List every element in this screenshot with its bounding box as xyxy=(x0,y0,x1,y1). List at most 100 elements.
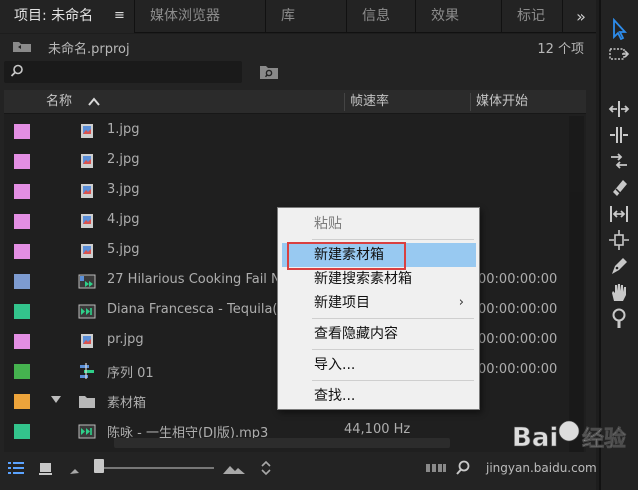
menu-item-paste[interactable]: 粘贴 xyxy=(282,212,476,236)
expand-triangle-icon[interactable] xyxy=(51,396,61,404)
list-header: 名称 帧速率 媒体开始 xyxy=(4,90,586,114)
panel-menu-icon[interactable]: ≡ xyxy=(114,9,125,23)
file-name: 2.jpg xyxy=(107,152,140,167)
tab-media-browser[interactable]: 媒体浏览器 xyxy=(136,0,266,33)
file-name: 序列 01 xyxy=(107,366,154,381)
column-media-start[interactable]: 媒体开始 xyxy=(476,90,528,114)
scrollbar-thumb[interactable] xyxy=(570,192,583,452)
menu-item-new-item[interactable]: 新建项目 › xyxy=(282,291,476,315)
file-name: pr.jpg xyxy=(107,332,144,347)
zoom-slider[interactable] xyxy=(98,467,214,469)
color-label[interactable] xyxy=(14,424,30,439)
ripple-edit-tool-icon[interactable] xyxy=(608,98,630,120)
menu-divider xyxy=(312,380,474,381)
automate-to-sequence-icon[interactable] xyxy=(425,460,447,476)
tab-info[interactable]: 信息 xyxy=(348,0,416,33)
sort-ascending-icon[interactable] xyxy=(88,97,100,107)
file-media-start: 00:00:00:00 xyxy=(478,302,558,317)
menu-item-import[interactable]: 导入... xyxy=(282,353,476,377)
context-menu: 粘贴 新建素材箱 新建搜索素材箱 新建项目 › 查看隐藏内容 导入... 查找.… xyxy=(277,207,480,410)
image-icon xyxy=(81,244,93,258)
color-label[interactable] xyxy=(14,394,30,409)
slip-tool-icon[interactable] xyxy=(608,203,630,225)
search-icon xyxy=(10,64,23,77)
color-label[interactable] xyxy=(14,244,30,259)
image-icon xyxy=(81,334,93,348)
color-label[interactable] xyxy=(14,364,30,379)
file-name: 素材箱 xyxy=(107,396,147,411)
column-divider[interactable] xyxy=(344,93,345,111)
menu-item-new-search-bin[interactable]: 新建搜索素材箱 xyxy=(282,267,476,291)
list-item[interactable]: 3.jpg xyxy=(4,176,564,206)
file-name: 3.jpg xyxy=(107,182,140,197)
column-name[interactable]: 名称 xyxy=(46,90,72,114)
zoom-slider-handle[interactable] xyxy=(94,459,104,473)
list-item[interactable]: 2.jpg xyxy=(4,146,564,176)
sort-icons-icon[interactable] xyxy=(257,460,275,476)
zoom-tool-icon[interactable] xyxy=(608,307,630,329)
tab-overflow-icon[interactable]: » xyxy=(569,0,593,33)
color-label[interactable] xyxy=(14,214,30,229)
menu-divider xyxy=(312,318,474,319)
color-label[interactable] xyxy=(14,334,30,349)
hand-tool-icon[interactable] xyxy=(608,281,630,303)
zoom-out-icon[interactable] xyxy=(68,460,86,476)
search-input[interactable] xyxy=(4,61,242,83)
watermark-url: jingyan.baidu.com xyxy=(486,461,597,475)
audio-icon xyxy=(78,424,96,439)
svg-text:经验: 经验 xyxy=(582,426,626,452)
menu-item-view-hidden[interactable]: 查看隐藏内容 xyxy=(282,322,476,346)
selection-tool-icon[interactable] xyxy=(608,18,630,40)
menu-divider xyxy=(312,349,474,350)
tab-libraries[interactable]: 库 xyxy=(267,0,347,33)
slide-tool-icon[interactable] xyxy=(608,229,630,251)
sequence-icon xyxy=(80,363,94,379)
column-framerate[interactable]: 帧速率 xyxy=(350,90,389,114)
svg-text:Bai: Bai xyxy=(512,423,558,453)
zoom-in-icon[interactable] xyxy=(222,460,246,476)
baidu-jingyan-watermark-logo: Bai 经验 xyxy=(512,420,626,453)
rolling-edit-tool-icon[interactable] xyxy=(608,124,630,146)
tab-markers[interactable]: 标记 xyxy=(503,0,563,33)
project-path-row: 未命名.prproj 12 个项 xyxy=(0,34,596,60)
file-media-start: 00:00:00:00 xyxy=(478,332,558,347)
audio-icon xyxy=(78,304,96,319)
item-count: 12 个项 xyxy=(537,42,584,57)
rate-stretch-tool-icon[interactable] xyxy=(608,150,630,172)
color-label[interactable] xyxy=(14,304,30,319)
menu-item-new-item-label: 新建项目 xyxy=(314,295,370,311)
color-label[interactable] xyxy=(14,124,30,139)
pen-tool-icon[interactable] xyxy=(608,255,630,277)
image-icon xyxy=(81,184,93,198)
tab-effects[interactable]: 效果 xyxy=(417,0,502,33)
project-folder-icon[interactable] xyxy=(12,40,32,53)
file-media-start: 00:00:00:00 xyxy=(478,362,558,377)
list-item[interactable]: 1.jpg xyxy=(4,116,564,146)
list-view-icon[interactable] xyxy=(7,460,25,476)
file-name: 4.jpg xyxy=(107,212,140,227)
new-search-bin-icon[interactable] xyxy=(259,64,279,80)
folder-icon xyxy=(79,396,95,408)
column-divider[interactable] xyxy=(470,93,471,111)
find-icon[interactable] xyxy=(455,460,473,476)
tab-project-label: 项目: 未命名 xyxy=(14,8,94,24)
file-name: 27 Hilarious Cooking Fail Nc xyxy=(107,272,287,287)
menu-divider xyxy=(312,239,474,240)
color-label[interactable] xyxy=(14,184,30,199)
image-icon xyxy=(81,154,93,168)
color-label[interactable] xyxy=(14,154,30,169)
razor-tool-icon[interactable] xyxy=(608,176,630,198)
image-icon xyxy=(81,124,93,138)
panel-tab-bar: 项目: 未命名 ≡ 媒体浏览器 库 信息 效果 标记 » xyxy=(0,0,596,33)
project-filename: 未命名.prproj xyxy=(48,42,130,57)
menu-item-find[interactable]: 查找... xyxy=(282,384,476,408)
image-icon xyxy=(81,214,93,228)
submenu-arrow-icon: › xyxy=(458,295,464,310)
annotation-highlight-box xyxy=(287,242,406,270)
track-select-tool-icon[interactable] xyxy=(608,44,630,66)
icon-view-icon[interactable] xyxy=(37,460,55,476)
vertical-scrollbar[interactable] xyxy=(569,116,584,452)
video-icon xyxy=(78,274,96,289)
color-label[interactable] xyxy=(14,274,30,289)
horizontal-scrollbar[interactable] xyxy=(114,438,450,448)
